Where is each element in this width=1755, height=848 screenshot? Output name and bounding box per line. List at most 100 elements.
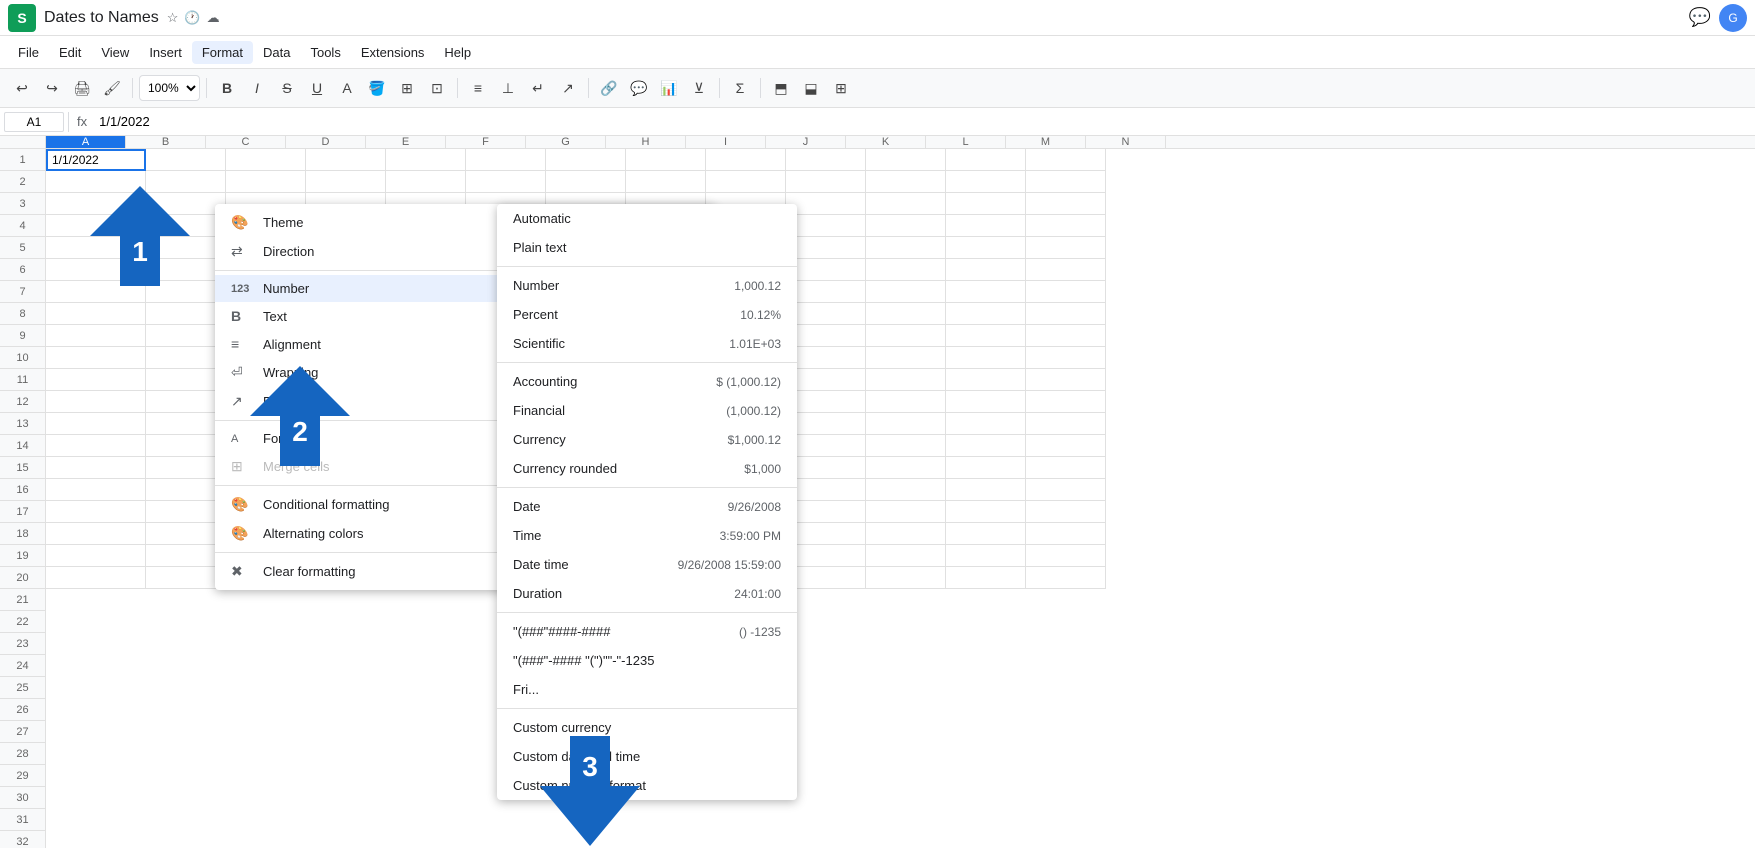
cell-a2[interactable] [46, 171, 146, 193]
cell-h1[interactable] [626, 149, 706, 171]
rotate-button[interactable]: ↗ [554, 74, 582, 102]
cell-h2[interactable] [626, 171, 706, 193]
col-header-n[interactable]: N [1086, 136, 1166, 148]
row-header-9[interactable]: 9 [0, 325, 46, 347]
cell-f2[interactable] [466, 171, 546, 193]
borders-button[interactable]: ⊞ [393, 74, 421, 102]
submenu-automatic[interactable]: Automatic [497, 204, 797, 233]
cell-d2[interactable] [306, 171, 386, 193]
submenu-format2[interactable]: "(###"-#### "(")""‑"-1235 [497, 646, 797, 675]
menu-edit[interactable]: Edit [49, 41, 91, 64]
account-icon[interactable]: G [1719, 4, 1747, 32]
star-icon[interactable]: ☆ [167, 10, 179, 26]
submenu-format1[interactable]: "(###"####-#### () -1235 [497, 617, 797, 646]
row-header-23[interactable]: 23 [0, 633, 46, 655]
row-header-24[interactable]: 24 [0, 655, 46, 677]
valign-button[interactable]: ⊥ [494, 74, 522, 102]
cell-j1[interactable] [786, 149, 866, 171]
col-header-i[interactable]: I [686, 136, 766, 148]
filter-button[interactable]: ⊻ [685, 74, 713, 102]
functions-button[interactable]: Σ [726, 74, 754, 102]
zoom-select[interactable]: 100% [139, 75, 200, 101]
cell-k2[interactable] [866, 171, 946, 193]
cell-l1[interactable] [946, 149, 1026, 171]
row-header-6[interactable]: 6 [0, 259, 46, 281]
row-header-27[interactable]: 27 [0, 721, 46, 743]
history-icon[interactable]: 🕐 [184, 10, 200, 26]
bold-button[interactable]: B [213, 74, 241, 102]
col-header-d[interactable]: D [286, 136, 366, 148]
submenu-fri[interactable]: Fri... [497, 675, 797, 704]
cell-b2[interactable] [146, 171, 226, 193]
col-header-f[interactable]: F [446, 136, 526, 148]
chart-button[interactable]: 📊 [655, 74, 683, 102]
underline-button[interactable]: U [303, 74, 331, 102]
row-header-12[interactable]: 12 [0, 391, 46, 413]
col-header-b[interactable]: B [126, 136, 206, 148]
cell-f1[interactable] [466, 149, 546, 171]
row-header-19[interactable]: 19 [0, 545, 46, 567]
row-header-10[interactable]: 10 [0, 347, 46, 369]
col-header-g[interactable]: G [526, 136, 606, 148]
submenu-custom-datetime[interactable]: Custom date and time [497, 742, 797, 771]
cell-l2[interactable] [946, 171, 1026, 193]
submenu-number[interactable]: Number 1,000.12 [497, 271, 797, 300]
row-header-20[interactable]: 20 [0, 567, 46, 589]
cell-b1[interactable] [146, 149, 226, 171]
row-header-1[interactable]: 1 [0, 149, 46, 171]
col-header-j[interactable]: J [766, 136, 846, 148]
link-button[interactable]: 🔗 [595, 74, 623, 102]
cell-a1[interactable]: 1/1/2022 [46, 149, 146, 171]
col-header-a[interactable]: A [46, 136, 126, 148]
menu-help[interactable]: Help [434, 41, 481, 64]
row-header-13[interactable]: 13 [0, 413, 46, 435]
row-header-32[interactable]: 32 [0, 831, 46, 848]
menu-tools[interactable]: Tools [300, 41, 350, 64]
cell-k1[interactable] [866, 149, 946, 171]
formula-input[interactable] [95, 114, 1751, 129]
cell-i2[interactable] [706, 171, 786, 193]
freeze-rows-button[interactable]: ⬒ [767, 74, 795, 102]
print-button[interactable]: 🖨 [68, 74, 96, 102]
group-button[interactable]: ⊞ [827, 74, 855, 102]
submenu-duration[interactable]: Duration 24:01:00 [497, 579, 797, 608]
submenu-time[interactable]: Time 3:59:00 PM [497, 521, 797, 550]
row-header-29[interactable]: 29 [0, 765, 46, 787]
row-header-5[interactable]: 5 [0, 237, 46, 259]
col-header-c[interactable]: C [206, 136, 286, 148]
menu-format[interactable]: Format [192, 41, 253, 64]
cell-g1[interactable] [546, 149, 626, 171]
merge-button[interactable]: ⊡ [423, 74, 451, 102]
cell-reference[interactable] [4, 112, 64, 132]
submenu-plaintext[interactable]: Plain text [497, 233, 797, 262]
col-header-h[interactable]: H [606, 136, 686, 148]
row-header-26[interactable]: 26 [0, 699, 46, 721]
row-header-31[interactable]: 31 [0, 809, 46, 831]
row-header-16[interactable]: 16 [0, 479, 46, 501]
submenu-currency-rounded[interactable]: Currency rounded $1,000 [497, 454, 797, 483]
cell-m1[interactable] [1026, 149, 1106, 171]
submenu-percent[interactable]: Percent 10.12% [497, 300, 797, 329]
row-header-22[interactable]: 22 [0, 611, 46, 633]
cell-c1[interactable] [226, 149, 306, 171]
submenu-custom-currency[interactable]: Custom currency [497, 713, 797, 742]
row-header-3[interactable]: 3 [0, 193, 46, 215]
submenu-scientific[interactable]: Scientific 1.01E+03 [497, 329, 797, 358]
submenu-accounting[interactable]: Accounting $ (1,000.12) [497, 367, 797, 396]
menu-data[interactable]: Data [253, 41, 300, 64]
row-header-21[interactable]: 21 [0, 589, 46, 611]
submenu-custom-number[interactable]: Custom number format [497, 771, 797, 800]
italic-button[interactable]: I [243, 74, 271, 102]
text-color-button[interactable]: A [333, 74, 361, 102]
menu-file[interactable]: File [8, 41, 49, 64]
col-header-l[interactable]: L [926, 136, 1006, 148]
cell-e2[interactable] [386, 171, 466, 193]
redo-button[interactable]: ↪ [38, 74, 66, 102]
cell-d1[interactable] [306, 149, 386, 171]
halign-button[interactable]: ≡ [464, 74, 492, 102]
cell-c2[interactable] [226, 171, 306, 193]
row-header-30[interactable]: 30 [0, 787, 46, 809]
strikethrough-button[interactable]: S [273, 74, 301, 102]
row-header-17[interactable]: 17 [0, 501, 46, 523]
cloud-icon[interactable]: ☁ [207, 10, 220, 26]
